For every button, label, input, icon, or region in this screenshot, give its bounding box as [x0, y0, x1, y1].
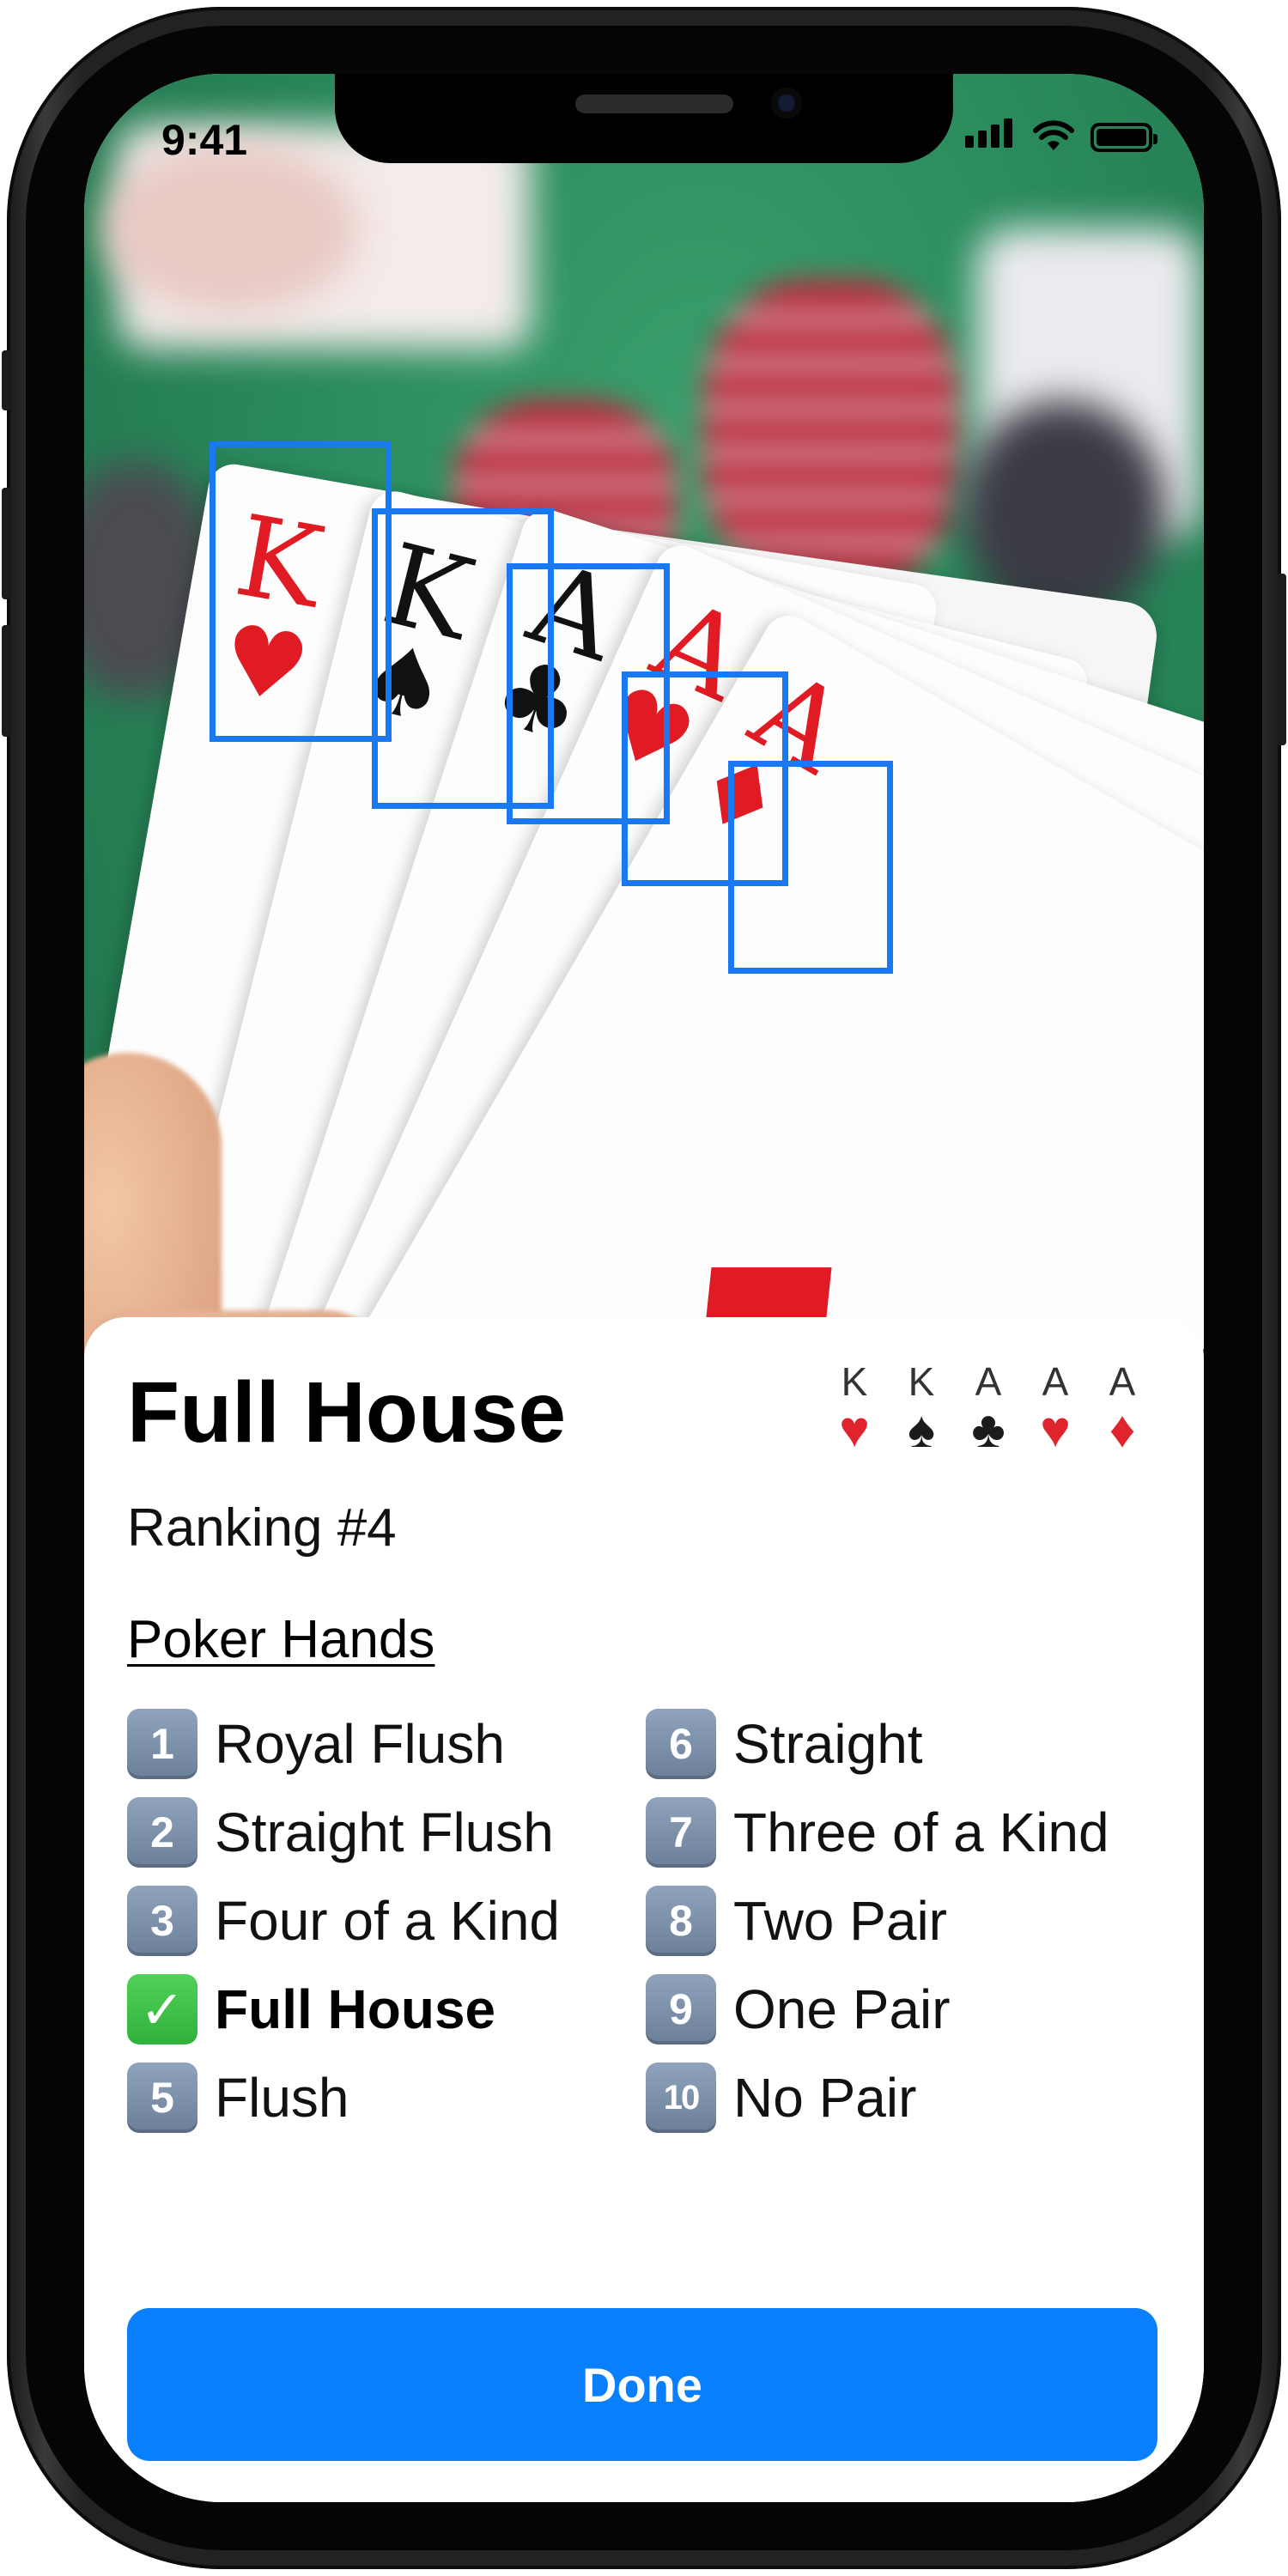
keycap-7-icon: 7 [646, 1797, 716, 1868]
keycap-1-icon: 1 [127, 1709, 197, 1779]
mini-card: A ♣ [958, 1360, 1018, 1455]
heart-icon: ♥ [1040, 1400, 1071, 1458]
spade-icon: ♠ [908, 1400, 935, 1458]
mute-switch [2, 350, 12, 410]
list-item-active: ✓ Full House [127, 1971, 495, 2048]
detected-cards: K ♥ K ♠ A ♣ A ♥ A ♦ [824, 1360, 1152, 1455]
list-item: 7 Three of a Kind [646, 1794, 1109, 1871]
earpiece-speaker [575, 94, 733, 113]
hand-label: Three of a Kind [733, 1801, 1109, 1863]
hand-label: Full House [215, 1978, 496, 2040]
check-mark-icon: ✓ [127, 1974, 197, 2044]
list-item: 9 One Pair [646, 1971, 951, 2048]
status-icons [965, 118, 1157, 152]
hand-label: Straight Flush [215, 1801, 554, 1863]
mini-card: K ♠ [891, 1360, 951, 1455]
hand-label: No Pair [733, 2067, 917, 2129]
camera-photo: K ♥ K ♠ A ♣ A ♥ A ♦ [84, 74, 1204, 1413]
keycap-10-icon: 10 [646, 2063, 716, 2133]
hand-label: Flush [215, 2067, 349, 2129]
hand-label: Two Pair [733, 1890, 947, 1952]
mini-card: K ♥ [824, 1360, 884, 1455]
keycap-2-icon: 2 [127, 1797, 197, 1868]
card-detection-box [210, 441, 392, 742]
mini-card-rank: A [1042, 1359, 1069, 1404]
mini-card-rank: A [975, 1359, 1002, 1404]
wifi-icon [1033, 120, 1074, 150]
list-item: 5 Flush [127, 2059, 349, 2136]
list-item: 6 Straight [646, 1705, 923, 1783]
cellular-signal-icon [965, 118, 1017, 152]
poker-hands-link[interactable]: Poker Hands [127, 1609, 434, 1670]
blurred-card-deck [101, 143, 359, 314]
result-sheet: Full House K ♥ K ♠ A ♣ A ♥ A ♦ Ranking #… [84, 1317, 1204, 2502]
hand-label: Straight [733, 1713, 923, 1775]
mini-card: A ♥ [1025, 1360, 1085, 1455]
keycap-3-icon: 3 [127, 1886, 197, 1956]
card-detection-box [728, 761, 893, 974]
mini-card-rank: A [1109, 1359, 1136, 1404]
diamond-icon: ♦ [1109, 1400, 1136, 1458]
mini-card-rank: K [908, 1359, 935, 1404]
status-time: 9:41 [161, 116, 248, 164]
battery-icon [1091, 123, 1157, 152]
blurred-chip-stack [702, 280, 960, 589]
hand-label: One Pair [733, 1978, 951, 2040]
screen: K ♥ K ♠ A ♣ A ♥ A ♦ 9:41 Full House K ♥ … [84, 74, 1204, 2502]
list-item: 3 Four of a Kind [127, 1882, 560, 1959]
list-item: 10 No Pair [646, 2059, 916, 2136]
heart-icon: ♥ [839, 1400, 870, 1458]
power-button [1276, 574, 1286, 745]
list-item: 2 Straight Flush [127, 1794, 554, 1871]
hand-label: Four of a Kind [215, 1890, 560, 1952]
hand-label: Royal Flush [215, 1713, 505, 1775]
volume-down-button [2, 625, 12, 737]
keycap-8-icon: 8 [646, 1886, 716, 1956]
club-icon: ♣ [971, 1400, 1005, 1458]
volume-up-button [2, 488, 12, 599]
notch [335, 74, 953, 163]
mini-card-rank: K [841, 1359, 868, 1404]
list-item: 8 Two Pair [646, 1882, 947, 1959]
list-item: 1 Royal Flush [127, 1705, 505, 1783]
ranking-label: Ranking #4 [127, 1498, 397, 1558]
hand-title: Full House [127, 1364, 567, 1461]
front-camera [771, 88, 802, 118]
keycap-5-icon: 5 [127, 2063, 197, 2133]
done-button[interactable]: Done [127, 2308, 1157, 2461]
keycap-9-icon: 9 [646, 1974, 716, 2044]
keycap-6-icon: 6 [646, 1709, 716, 1779]
mini-card: A ♦ [1092, 1360, 1152, 1455]
